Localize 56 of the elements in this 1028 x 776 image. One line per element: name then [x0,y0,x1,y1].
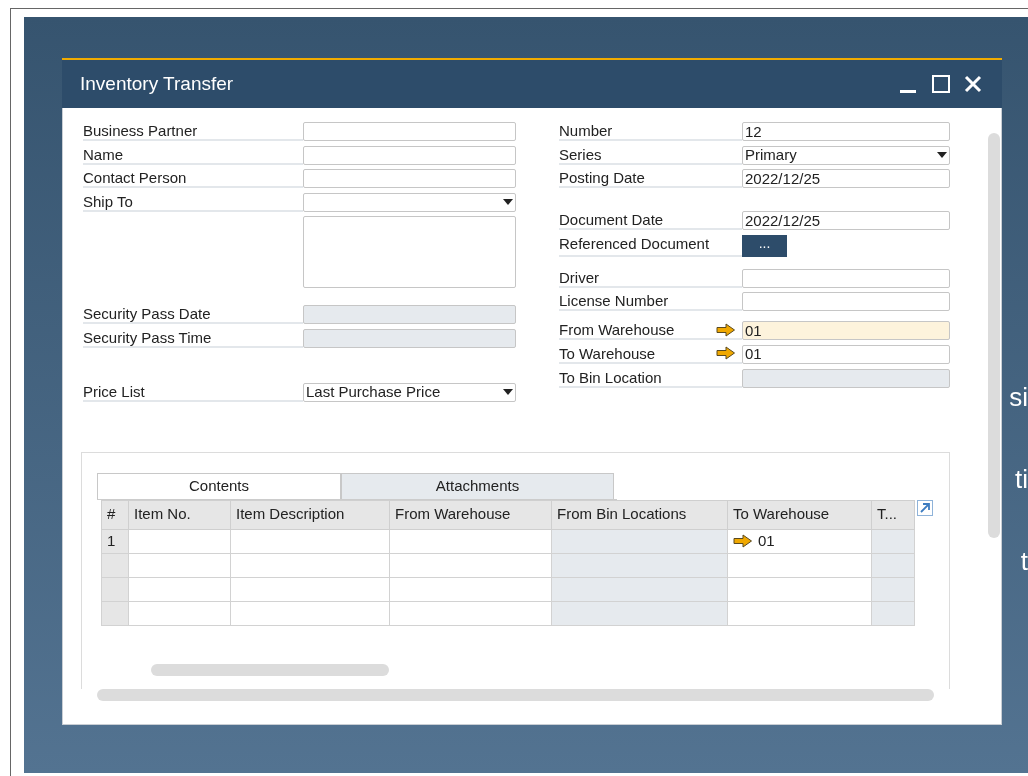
input-field[interactable]: 2022/12/25 [742,211,950,231]
dropdown-field[interactable] [303,192,516,212]
scrollbar[interactable] [151,663,389,676]
browse-button[interactable]: ... [742,234,787,257]
row-number: 1 [101,529,129,554]
background-text: ti [1014,463,1028,496]
dropdown-arrow-icon [937,152,947,159]
field-label: From Warehouse [559,321,716,341]
field-label: To Warehouse [559,344,716,364]
column-header[interactable]: # [101,500,129,530]
field-label: License Number [559,292,742,312]
input-field[interactable]: 12 [742,122,950,141]
arrow-icon[interactable] [716,346,736,361]
table-cell-text: 01 [758,530,775,551]
tab[interactable]: Attachments [341,472,614,499]
expand-icon[interactable] [917,499,933,516]
field-label: Series [559,145,742,165]
field-label: Security Pass Time [83,328,303,348]
field-label: Ship To [83,192,303,212]
field-label: Number [559,122,742,141]
field-label: To Bin Location [559,368,742,388]
input-field[interactable]: 2022/12/25 [742,169,950,189]
column-header[interactable]: Item No. [128,500,231,530]
field-label: Driver [559,268,742,288]
field-label: Security Pass Date [83,305,303,325]
window-title: Inventory Transfer [80,71,234,96]
input-field[interactable] [303,145,516,165]
input-field[interactable] [742,292,950,312]
maximize-icon[interactable] [930,73,952,95]
dropdown-field[interactable]: Last Purchase Price [303,382,516,402]
input-field[interactable] [303,122,516,141]
scrollbar[interactable] [97,688,934,701]
background-text: si [1008,381,1028,414]
column-header[interactable]: Item Description [230,500,390,530]
field-label: Name [83,145,303,165]
text-area[interactable] [303,216,516,289]
column-header[interactable]: To Warehouse [727,500,872,530]
arrow-icon[interactable] [733,534,753,549]
input-field[interactable]: 01 [742,321,950,341]
field-label: Contact Person [83,169,303,189]
column-header[interactable]: From Warehouse [389,500,552,530]
field-label: Posting Date [559,169,742,189]
field-label: Business Partner [83,122,303,141]
dropdown-arrow-icon [503,389,513,396]
scrollbar[interactable] [988,133,1000,538]
arrow-icon[interactable] [716,322,736,337]
input-field[interactable] [742,268,950,288]
input-field[interactable]: 01 [742,344,950,364]
input-field[interactable] [303,169,516,189]
tab[interactable]: Contents [97,472,341,499]
field-label: Price List [83,382,303,402]
close-icon[interactable] [962,73,984,95]
dropdown-field[interactable]: Primary [742,145,950,165]
dropdown-arrow-icon [503,199,513,206]
background-text: t [1019,545,1028,578]
field-label: Document Date [559,211,742,231]
